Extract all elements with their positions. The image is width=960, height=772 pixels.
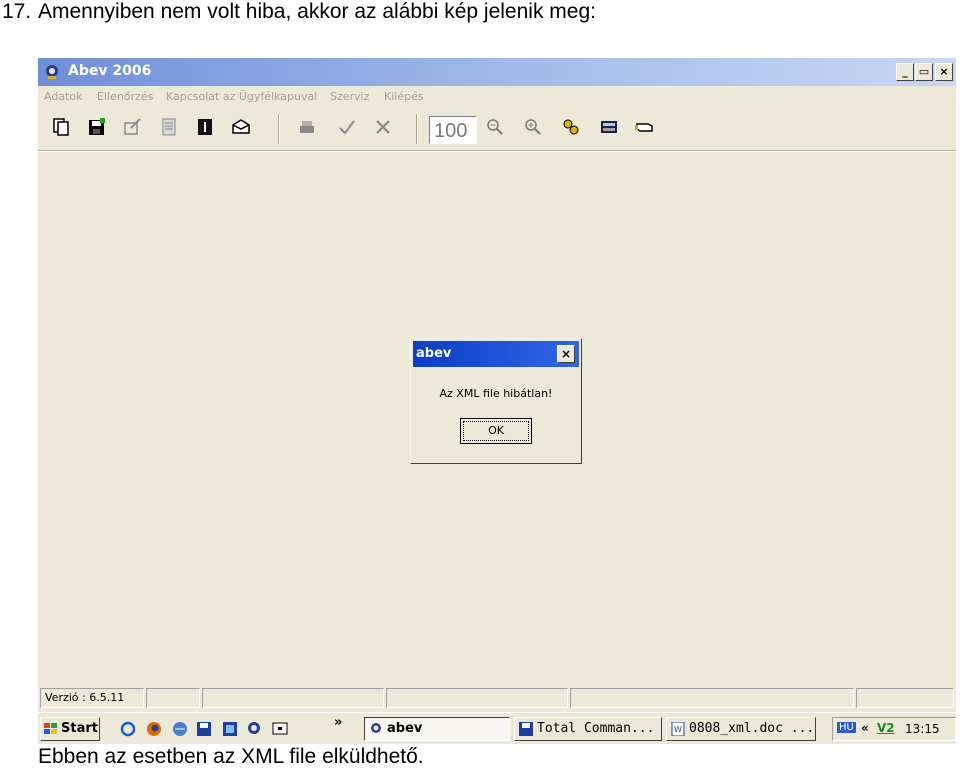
app-icon[interactable] [222,721,238,737]
toolbar: 100 [38,110,956,151]
toolbar-separator-2 [416,114,418,144]
taskbar-item-word-doc[interactable]: W 0808_xml.doc ... [666,717,816,741]
copy-forms-icon[interactable] [50,116,72,138]
message-dialog: abev × Az XML file hibátlan! OK [410,338,582,464]
minimize-button[interactable]: _ [896,63,914,81]
status-cell-3 [202,688,384,708]
windows-flag-icon [44,723,57,734]
dialog-message: Az XML file hibátlan! [439,387,553,400]
window-close-button[interactable]: × [935,63,953,81]
abev-app-icon [46,65,58,79]
firefox-icon[interactable] [146,721,162,737]
zoom-in-icon[interactable] [522,116,544,138]
cross-icon[interactable] [372,116,394,138]
abev-task-icon [371,723,381,733]
restore-button[interactable]: ▭ [915,63,933,81]
system-tray: HU « V2 13:15 [832,717,956,741]
heading-text: Amennyiben nem volt hiba, akkor az alább… [38,0,596,23]
dialog-title: abev [416,346,452,361]
tray-expand-chevron[interactable]: « [861,721,869,735]
word-doc-icon: W [671,722,685,736]
window-titlebar[interactable]: Abev 2006 _ ▭ × [38,58,956,86]
info-book-icon[interactable] [194,116,216,138]
ie-icon[interactable] [120,721,136,737]
dialog-titlebar[interactable]: abev × [413,341,579,367]
document-footer: Ebben az esetben az XML file elküldhető. [38,745,424,768]
print-icon[interactable] [296,116,318,138]
settings-gears-icon[interactable] [560,116,582,138]
menu-ellenorzes[interactable]: Ellenőrzés [97,90,153,103]
heading-number: 17. [2,0,32,23]
toolbar-separator [278,114,280,144]
document-heading: 17. Amennyiben nem volt hiba, akkor az al… [2,0,596,24]
status-cell-4 [386,688,568,708]
quicklaunch-overflow[interactable]: » [334,715,342,730]
task-label-word-doc: 0808_xml.doc ... [689,721,815,736]
calculator-icon[interactable] [598,116,620,138]
taskbar-item-abev[interactable]: abev [364,717,510,741]
floppy-task-icon [519,722,533,736]
status-version: Verzió : 6.5.11 [40,688,144,708]
save-icon[interactable] [86,116,108,138]
envelope-icon[interactable] [230,116,252,138]
edit-icon[interactable] [122,116,144,138]
zoom-field[interactable]: 100 [429,116,477,144]
menu-adatok[interactable]: Adatok [44,90,82,103]
language-indicator[interactable]: HU [837,722,856,733]
workspace-edge [38,151,956,152]
ok-button[interactable]: OK [460,418,532,444]
svg-text:W: W [674,725,682,734]
zoom-out-icon[interactable] [484,116,506,138]
start-button[interactable]: Start [40,717,100,741]
floppy-icon[interactable] [196,721,212,737]
status-cell-6 [856,688,954,708]
desktop-icon[interactable] [272,721,288,737]
taskbar: Start » abev Total Comman... W 0808_xml.… [38,712,956,744]
start-label: Start [61,721,98,736]
menu-kapcsolat[interactable]: Kapcsolat az Ügyfélkapuval [166,90,317,103]
menubar: Adatok Ellenőrzés Kapcsolat az Ügyfélkap… [38,86,956,108]
taskbar-item-total-commander[interactable]: Total Comman... [514,717,662,741]
form-list-icon[interactable] [158,116,180,138]
menu-szerviz[interactable]: Szerviz [330,90,369,103]
ok-button-label: OK [463,421,529,441]
pointing-hand-icon[interactable] [634,116,656,138]
clock[interactable]: 13:15 [905,722,940,736]
menu-kilepes[interactable]: Kilépés [384,90,424,103]
tray-app-icon[interactable]: V2 [877,721,895,735]
abev-quicklaunch-icon[interactable] [246,721,262,737]
abev-screenshot: Abev 2006 _ ▭ × Adatok Ellenőrzés Kapcso… [38,58,956,744]
dialog-close-button[interactable]: × [557,345,575,363]
statusbar: Verzió : 6.5.11 [38,686,956,710]
status-cell-2 [146,688,200,708]
window-title: Abev 2006 [68,63,152,79]
task-label-abev: abev [387,721,423,736]
browser-icon[interactable] [172,721,188,737]
status-cell-5 [570,688,854,708]
task-label-total-commander: Total Comman... [537,721,655,736]
check-icon[interactable] [336,116,358,138]
